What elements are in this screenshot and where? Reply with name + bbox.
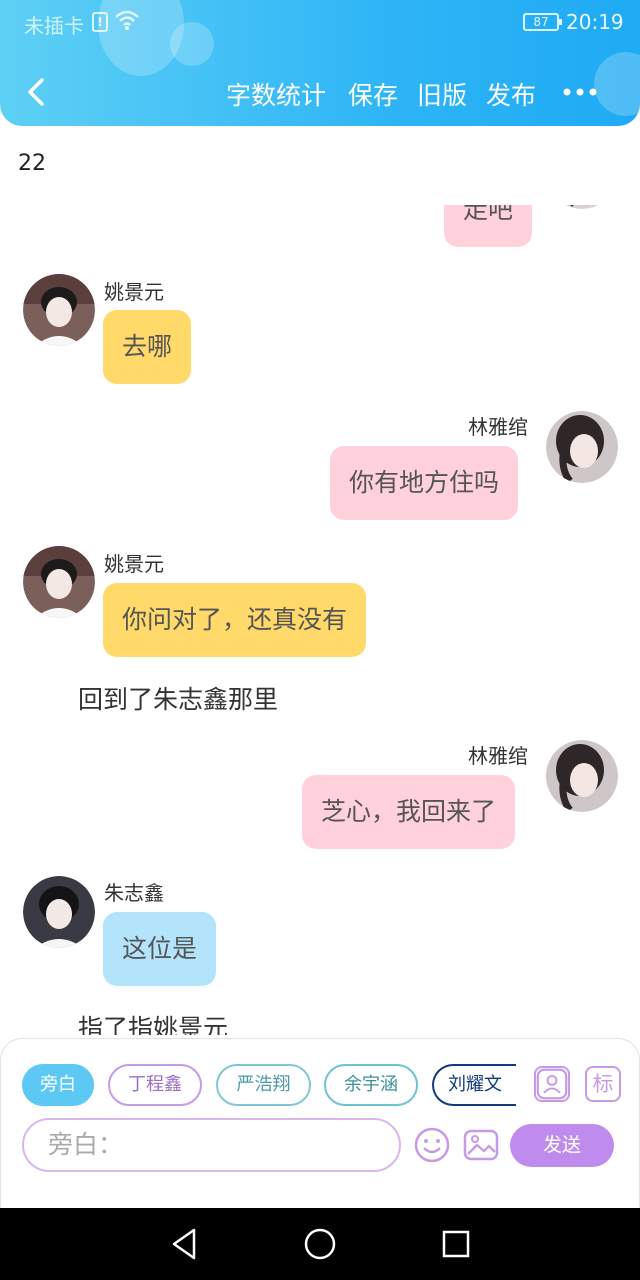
- carrier-label: 未插卡: [24, 14, 84, 38]
- message-text: 你问对了，还真没有: [122, 605, 348, 634]
- character-chip[interactable]: 严浩翔: [216, 1064, 311, 1106]
- sender-name: 姚景元: [104, 552, 164, 576]
- send-button[interactable]: 发送: [510, 1124, 614, 1167]
- mark-button[interactable]: 标: [585, 1066, 621, 1102]
- system-nav-bar: [0, 1208, 640, 1280]
- wifi-icon: [115, 10, 139, 30]
- character-chip[interactable]: 丁程鑫: [108, 1064, 202, 1106]
- message-text: 走吧: [463, 205, 514, 224]
- header: 未插卡 ! 87 20:19 字数统计 保存 旧版 发布: [0, 0, 640, 126]
- message-text: 芝心，我回来了: [321, 797, 497, 826]
- image-icon[interactable]: [462, 1126, 500, 1164]
- message-text: 这位是: [122, 934, 198, 963]
- character-chip-narrator[interactable]: 旁白: [22, 1064, 94, 1106]
- avatar[interactable]: [546, 205, 618, 209]
- word-count-value: 22: [18, 151, 46, 176]
- character-chip[interactable]: 余宇涵: [324, 1064, 418, 1106]
- nav-back-icon[interactable]: [168, 1226, 200, 1262]
- sender-name: 林雅绾: [468, 744, 528, 768]
- sim-alert-icon: !: [92, 12, 108, 32]
- sender-name: 林雅绾: [468, 415, 528, 439]
- nav-recents-icon[interactable]: [440, 1226, 472, 1262]
- word-count-button[interactable]: 字数统计: [226, 76, 326, 112]
- battery-icon: 87: [523, 13, 562, 31]
- old-version-button[interactable]: 旧版: [417, 76, 467, 112]
- message-text: 你有地方住吗: [349, 468, 500, 497]
- nav-home-icon[interactable]: [302, 1226, 338, 1262]
- character-chip[interactable]: 刘耀文: [432, 1064, 516, 1106]
- message-bubble[interactable]: 芝心，我回来了: [302, 775, 516, 849]
- publish-button[interactable]: 发布: [486, 76, 536, 112]
- status-bar: 未插卡 ! 87 20:19: [0, 0, 640, 44]
- sender-name: 姚景元: [104, 280, 164, 304]
- character-manager-icon[interactable]: [534, 1066, 570, 1102]
- message-bubble[interactable]: 去哪: [103, 310, 192, 384]
- message-bubble[interactable]: 这位是: [103, 912, 217, 986]
- avatar[interactable]: [23, 546, 95, 618]
- message-bubble[interactable]: 你问对了，还真没有: [103, 583, 367, 657]
- avatar[interactable]: [546, 740, 618, 812]
- narration-text[interactable]: 指了指姚景元: [78, 1009, 228, 1035]
- avatar[interactable]: [546, 411, 618, 483]
- avatar[interactable]: [23, 274, 95, 346]
- narration-text[interactable]: 回到了朱志鑫那里: [78, 680, 278, 716]
- message-bubble[interactable]: 你有地方住吗: [330, 446, 519, 520]
- chat-editor-screen: 未插卡 ! 87 20:19 字数统计 保存 旧版 发布 22 走吧 姚景元 去…: [0, 0, 640, 1280]
- message-text: 去哪: [122, 332, 173, 361]
- message-input[interactable]: 旁白：: [22, 1118, 401, 1172]
- message-bubble[interactable]: 走吧: [444, 205, 533, 247]
- save-button[interactable]: 保存: [348, 76, 398, 112]
- avatar[interactable]: [23, 876, 95, 948]
- clock: 20:19: [566, 10, 624, 34]
- back-arrow-icon[interactable]: [18, 72, 54, 112]
- chat-list[interactable]: 走吧 姚景元 去哪 林雅绾 你有地方住吗 姚景元 你问对了，还真没有 回到了朱志…: [0, 205, 640, 1035]
- sender-name: 朱志鑫: [104, 881, 164, 905]
- emoji-icon[interactable]: [413, 1126, 451, 1164]
- more-options-icon[interactable]: [562, 78, 602, 106]
